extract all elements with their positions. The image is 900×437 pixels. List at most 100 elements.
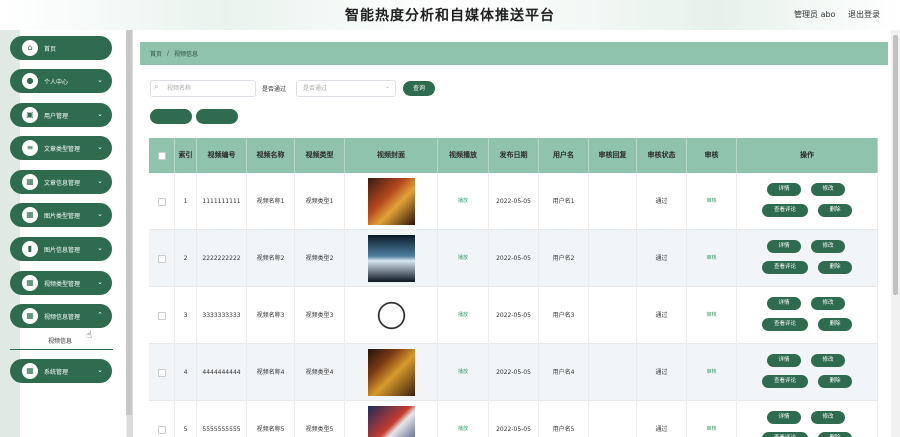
audit-link[interactable]: 审核 xyxy=(706,254,716,263)
edit-button[interactable]: 修改 xyxy=(811,411,845,424)
sidebar-subitem-videos[interactable]: 视频信息 xyxy=(10,332,113,350)
delete-button[interactable]: 删除 xyxy=(818,204,852,217)
view-comments-button[interactable]: 查看评论 xyxy=(762,204,808,217)
row-checkbox[interactable] xyxy=(157,254,166,263)
row-checkbox[interactable] xyxy=(157,368,166,377)
sidebar-item-users[interactable]: ▣ 用户管理 ⌄ xyxy=(10,103,112,127)
sidebar-item-images[interactable]: ▮ 图片信息管理 ⌄ xyxy=(10,237,112,261)
audit-link[interactable]: 审核 xyxy=(706,368,716,377)
video-cover-thumbnail[interactable] xyxy=(367,235,415,282)
delete-button[interactable]: 删除 xyxy=(818,432,852,437)
table-cell: 详情 修改查看评论 删除 xyxy=(737,344,878,401)
sidebar-item-image-types[interactable]: ▦ 图片类型管理 ⌄ xyxy=(10,203,112,227)
table-cell xyxy=(149,230,175,287)
grid-icon: ▦ xyxy=(22,308,38,324)
table-cell: 2022-05-05 xyxy=(489,173,539,230)
column-header: 视频名称 xyxy=(247,138,295,173)
detail-button[interactable]: 详情 xyxy=(767,411,801,424)
row-checkbox[interactable] xyxy=(157,311,166,320)
chevron-down-icon: ⌄ xyxy=(97,366,103,374)
sidebar-item-home[interactable]: ⌂ 首页 xyxy=(10,36,112,60)
detail-button[interactable]: 详情 xyxy=(767,183,801,196)
edit-button[interactable]: 修改 xyxy=(811,354,845,367)
detail-button[interactable]: 详情 xyxy=(767,240,801,253)
table-cell: 1 xyxy=(175,173,197,230)
delete-button[interactable]: 删除 xyxy=(818,261,852,274)
audit-link[interactable]: 审核 xyxy=(706,197,716,206)
column-header: 发布日期 xyxy=(489,138,539,173)
username-label: 管理员 abo xyxy=(794,10,836,19)
audit-link[interactable]: 审核 xyxy=(706,311,716,320)
filter-select[interactable]: 是否通过 xyxy=(296,80,396,97)
delete-button[interactable]: 删除 xyxy=(818,318,852,331)
sidebar-scrollbar[interactable] xyxy=(126,30,132,415)
table-cell: 播放 xyxy=(438,401,489,437)
video-cover-thumbnail[interactable] xyxy=(367,292,415,339)
search-input[interactable]: 视频名称 xyxy=(150,80,256,97)
cell-text: 通过 xyxy=(655,426,668,433)
select-all-checkbox[interactable] xyxy=(157,151,166,160)
table-cell: 2022-05-05 xyxy=(489,230,539,287)
logout-link[interactable]: 退出登录 xyxy=(848,10,880,19)
video-cover-thumbnail[interactable] xyxy=(367,406,415,437)
table-cell: 播放 xyxy=(438,344,489,401)
row-checkbox[interactable] xyxy=(157,425,166,434)
breadcrumb-home[interactable]: 首页 xyxy=(150,49,162,58)
table-cell: 4 xyxy=(175,344,197,401)
view-comments-button[interactable]: 查看评论 xyxy=(762,318,808,331)
view-comments-button[interactable]: 查看评论 xyxy=(762,432,808,437)
table-cell: 视频类型2 xyxy=(295,230,345,287)
user-info: 管理员 abo 退出登录 xyxy=(784,9,880,20)
table-cell xyxy=(149,344,175,401)
row-actions: 详情 修改查看评论 删除 xyxy=(737,173,877,230)
row-checkbox[interactable] xyxy=(157,197,166,206)
audit-link[interactable]: 审核 xyxy=(706,425,716,434)
button-label: 详情 xyxy=(778,186,790,192)
chevron-up-icon: ⌃ xyxy=(97,311,103,319)
cell-text: 通过 xyxy=(655,369,668,376)
sidebar-item-articles[interactable]: ▦ 文章信息管理 ⌄ xyxy=(10,170,112,194)
edit-button[interactable]: 修改 xyxy=(811,297,845,310)
query-button[interactable]: 查询 xyxy=(403,81,435,96)
button-label: 删除 xyxy=(829,264,841,270)
sidebar-item-video-types[interactable]: ▦ 视频类型管理 ⌄ xyxy=(10,271,112,295)
table-cell: 通过 xyxy=(637,401,687,437)
table-cell: 用户名5 xyxy=(539,401,589,437)
sidebar-item-label: 文章类型管理 xyxy=(44,145,81,153)
edit-button[interactable]: 修改 xyxy=(811,240,845,253)
table-cell: 审核 xyxy=(687,230,737,287)
detail-button[interactable]: 详情 xyxy=(767,297,801,310)
breadcrumb-separator: / xyxy=(167,50,170,57)
view-comments-button[interactable]: 查看评论 xyxy=(762,375,808,388)
sidebar-item-videos[interactable]: ▦ 视频信息管理 ⌃ xyxy=(10,304,112,328)
play-link[interactable]: 播放 xyxy=(458,197,468,206)
play-link[interactable]: 播放 xyxy=(458,311,468,320)
cell-text: 4 xyxy=(183,369,188,376)
table-cell: 播放 xyxy=(438,173,489,230)
play-link[interactable]: 播放 xyxy=(458,254,468,263)
table-cell: 2022-05-05 xyxy=(489,344,539,401)
table-cell xyxy=(589,401,637,437)
add-button[interactable] xyxy=(150,109,192,124)
play-link[interactable]: 播放 xyxy=(458,425,468,434)
grid-icon: ▦ xyxy=(22,174,38,190)
video-cover-thumbnail[interactable] xyxy=(367,178,415,225)
video-cover-thumbnail[interactable] xyxy=(367,349,415,396)
play-link[interactable]: 播放 xyxy=(458,368,468,377)
sidebar-item-label: 用户管理 xyxy=(44,112,69,120)
table-row: 4 4444444444 视频名称4 视频类型4 播放 2022-05-05 用户名4 通过审… xyxy=(149,344,878,401)
view-comments-button[interactable]: 查看评论 xyxy=(762,261,808,274)
detail-button[interactable]: 详情 xyxy=(767,354,801,367)
sidebar-item-label: 系统管理 xyxy=(44,368,69,376)
cell-text: 4444444444 xyxy=(202,369,241,376)
sidebar-item-profile[interactable]: ● 个人中心 ⌄ xyxy=(10,69,112,93)
sidebar-item-system[interactable]: ▦ 系统管理 ⌄ xyxy=(10,359,112,383)
main-scrollbar-thumb[interactable] xyxy=(893,35,898,295)
breadcrumb: 首页 / 视频信息 xyxy=(140,42,888,65)
edit-button[interactable]: 修改 xyxy=(811,183,845,196)
table-cell: 审核 xyxy=(687,401,737,437)
delete-button[interactable]: 删除 xyxy=(818,375,852,388)
table-cell xyxy=(589,173,637,230)
sidebar-item-article-types[interactable]: ≡ 文章类型管理 ⌄ xyxy=(10,136,112,160)
delete-selected-button[interactable] xyxy=(196,109,238,124)
